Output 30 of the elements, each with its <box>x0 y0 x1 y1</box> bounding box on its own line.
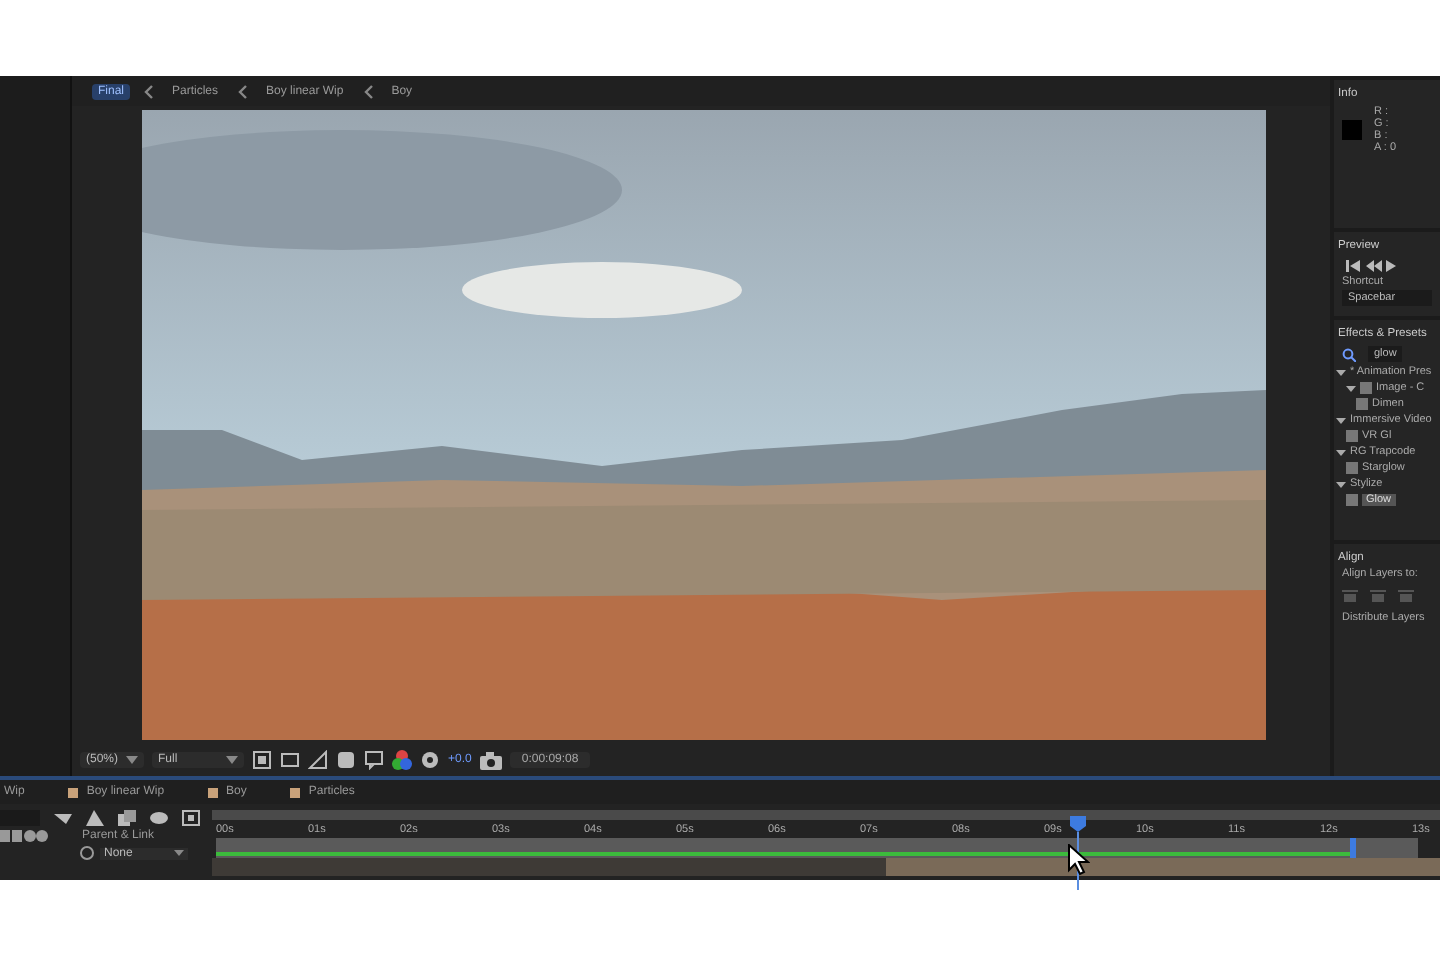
work-area-end-handle[interactable] <box>1349 838 1356 858</box>
disclosure-triangle-icon[interactable] <box>1336 367 1346 377</box>
effect-icon <box>1346 494 1358 506</box>
chevron-left-icon <box>236 83 249 99</box>
effect-icon <box>1346 430 1358 442</box>
disclosure-triangle-icon[interactable] <box>1346 383 1356 393</box>
color-swatch <box>1342 120 1362 140</box>
pick-whip-icon[interactable] <box>80 846 94 860</box>
effect-icon <box>1346 462 1358 474</box>
effect-icon <box>1356 398 1368 410</box>
chevron-left-icon <box>361 83 374 99</box>
disclosure-triangle-icon[interactable] <box>1336 415 1346 425</box>
caret-down-icon <box>126 756 139 764</box>
play-icon[interactable] <box>1386 260 1396 272</box>
gear-icon[interactable] <box>420 750 441 770</box>
mouse-cursor-icon <box>1067 844 1090 876</box>
color-channels-icon[interactable] <box>392 750 413 770</box>
camera-icon[interactable] <box>479 751 502 769</box>
disclosure-triangle-icon[interactable] <box>1336 447 1346 457</box>
skip-back-icon[interactable] <box>1346 260 1362 272</box>
layers-icon[interactable] <box>118 810 136 826</box>
search-icon <box>1342 347 1356 361</box>
caret-down-icon <box>226 756 239 764</box>
folder-icon <box>1360 382 1372 394</box>
caret-down-icon <box>174 850 184 856</box>
switches-icon <box>0 830 48 842</box>
step-back-icon[interactable] <box>1366 260 1382 272</box>
disclosure-triangle-icon[interactable] <box>1336 479 1346 489</box>
chevron-left-icon <box>142 83 155 99</box>
speech-icon[interactable] <box>364 750 385 770</box>
